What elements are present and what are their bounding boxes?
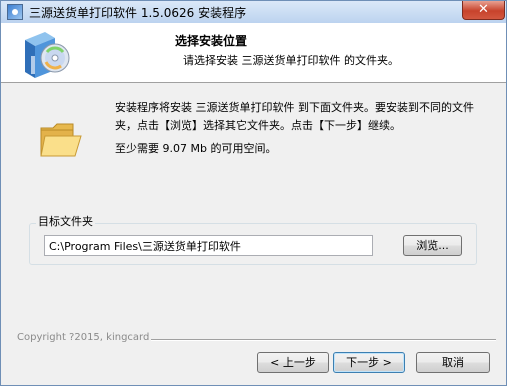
copyright-text: Copyright ?2015, kingcard [17, 332, 150, 343]
back-button[interactable]: < 上一步 [257, 352, 329, 373]
install-path-input[interactable] [44, 235, 373, 256]
browse-button[interactable]: 浏览... [403, 235, 462, 256]
next-button[interactable]: 下一步 > [333, 352, 405, 373]
window-title: 三源送货单打印软件 1.5.0626 安装程序 [29, 6, 247, 20]
title-bar[interactable]: 三源送货单打印软件 1.5.0626 安装程序 ✕ [1, 1, 506, 23]
close-button[interactable]: ✕ [462, 1, 505, 20]
destination-folder-label: 目标文件夹 [36, 213, 95, 229]
footer-divider [151, 339, 496, 341]
space-required-text: 至少需要 9.07 Mb 的可用空间。 [115, 142, 277, 155]
instructions-text: 安装程序将安装 三源送货单打印软件 到下面文件夹。要安装到不同的文件夹，点击【浏… [115, 101, 474, 132]
close-icon: ✕ [478, 2, 489, 17]
cancel-button[interactable]: 取消 [416, 352, 490, 373]
installer-app-icon [7, 4, 23, 20]
page-title: 选择安装位置 [175, 34, 248, 48]
install-box-cd-icon [25, 32, 70, 78]
wizard-header: 选择安装位置 请选择安装 三源送货单打印软件 的文件夹。 [1, 23, 506, 83]
open-folder-icon [40, 123, 82, 157]
page-subtitle: 请选择安装 三源送货单打印软件 的文件夹。 [183, 54, 399, 67]
installer-window: 三源送货单打印软件 1.5.0626 安装程序 ✕ 选择安装位置 请选择安装 三… [0, 0, 507, 386]
